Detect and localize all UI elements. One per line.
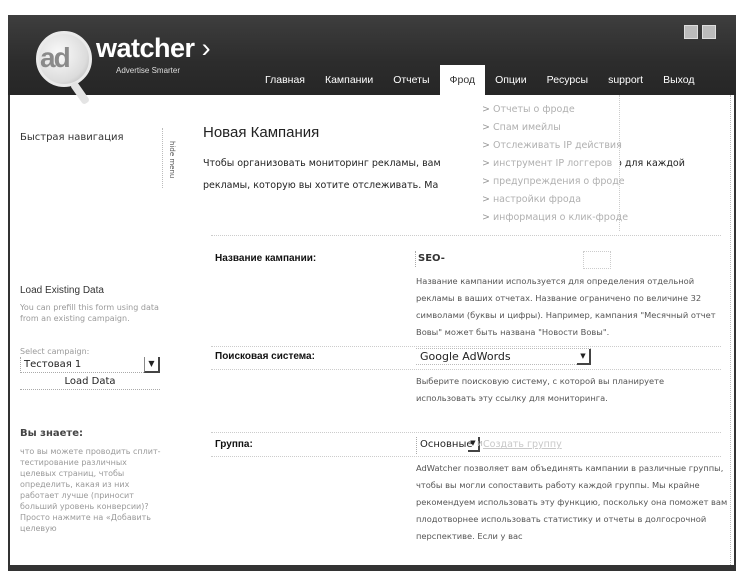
menu-item-label: Отчеты о фроде: [492, 104, 575, 115]
group-select-value: Основные: [420, 439, 473, 450]
load-existing-title: Load Existing Data: [20, 285, 104, 296]
chevron-right-icon: >: [482, 104, 490, 115]
logo-ad: ad: [40, 42, 71, 73]
group-and-text: и: [477, 439, 483, 449]
intro-text-line1: Чтобы организовать мониторинг рекламы, в…: [203, 158, 441, 169]
select-campaign-label: Select campaign:: [20, 347, 90, 356]
main-nav: Главная Кампании Отчеты Фрод Опции Ресур…: [255, 65, 705, 95]
nav-options[interactable]: Опции: [485, 65, 537, 95]
menu-item-fraud-settings[interactable]: > настройки фрода: [482, 191, 619, 209]
fraud-dropdown-menu: > Отчеты о фроде > Спам имейлы > Отслеживат…: [472, 95, 628, 231]
group-help: AdWatcher позволяет вам объединять кампа…: [416, 463, 728, 541]
divider: [211, 369, 721, 370]
window-icon[interactable]: [702, 25, 716, 39]
page-title: Новая Кампания: [203, 124, 320, 141]
adwatcher-logo[interactable]: ad watcher › Advertise Smarter: [30, 23, 230, 106]
divider: [211, 432, 721, 433]
intro-text-line1-end: о для каждой: [616, 158, 685, 169]
search-engine-select[interactable]: Google AdWords ▼: [416, 348, 591, 365]
campaign-name-input-end[interactable]: [583, 251, 611, 269]
chevron-right-icon: >: [482, 176, 490, 187]
did-you-know-text: что вы можете проводить сплит-тестирован…: [20, 447, 161, 533]
menu-item-fraud-alerts[interactable]: > предупреждения о фроде: [482, 173, 625, 191]
nav-campaigns[interactable]: Кампании: [315, 65, 383, 95]
nav-reports[interactable]: Отчеты: [383, 65, 439, 95]
menu-item-label: Отслеживать IP действия: [492, 140, 622, 151]
group-select[interactable]: Основные ▼: [416, 437, 480, 454]
logo-word: watcher: [96, 33, 195, 63]
menu-item-fraud-reports[interactable]: > Отчеты о фроде: [482, 101, 619, 119]
scrollbar[interactable]: [730, 95, 731, 565]
campaign-select-value: Тестовая 1: [24, 359, 82, 370]
nav-fraud[interactable]: Фрод: [439, 65, 486, 95]
quick-nav-title: Быстрая навигация: [20, 132, 124, 143]
divider: [211, 346, 721, 347]
load-data-button[interactable]: Load Data: [20, 374, 160, 390]
chevron-right-icon: >: [482, 122, 490, 133]
menu-item-label: информация о клик-фроде: [492, 212, 629, 223]
menu-item-spam-emails[interactable]: > Спам имейлы: [482, 119, 619, 137]
nav-logout[interactable]: Выход: [653, 65, 704, 95]
menu-item-track-ip[interactable]: > Отслеживать IP действия: [482, 137, 622, 155]
chevron-right-icon: >: [482, 140, 490, 151]
menu-item-ip-logger[interactable]: > инструмент IP логгеров: [482, 155, 619, 173]
intro-text-line2: рекламы, которую вы хотите отслеживать. …: [203, 180, 439, 191]
campaign-name-label: Название кампании:: [215, 253, 317, 264]
divider: [211, 235, 721, 236]
campaign-name-input[interactable]: SEO-: [415, 251, 445, 267]
campaign-name-help: Название кампании используется для опред…: [416, 276, 716, 337]
search-engine-help: Выберите поисковую систему, с которой вы…: [416, 376, 665, 403]
nav-resources[interactable]: Ресурсы: [537, 65, 598, 95]
group-label: Группа:: [215, 439, 253, 450]
campaign-select[interactable]: Тестовая 1 ▼: [20, 357, 160, 373]
menu-item-label: Спам имейлы: [492, 122, 561, 133]
logo-tagline: Advertise Smarter: [116, 66, 181, 75]
menu-item-label: настройки фрода: [492, 194, 582, 205]
chevron-right-icon: >: [482, 158, 490, 169]
hide-menu-tab[interactable]: hide menu: [162, 128, 176, 188]
chevron-right-icon: ›: [201, 33, 211, 63]
chevron-right-icon: >: [482, 212, 490, 223]
menu-item-click-fraud-info[interactable]: > информация о клик-фроде: [482, 209, 628, 227]
search-engine-value: Google AdWords: [420, 350, 511, 363]
create-group-link[interactable]: Создать группу: [483, 439, 562, 450]
chevron-down-icon[interactable]: ▼: [144, 357, 160, 373]
divider: [211, 456, 721, 457]
header-icons: [684, 25, 716, 39]
logo-wordmark: watcher ›: [96, 33, 211, 64]
print-icon[interactable]: [684, 25, 698, 39]
search-engine-label: Поисковая система:: [215, 351, 315, 362]
menu-item-label: предупреждения о фроде: [492, 176, 625, 187]
chevron-down-icon[interactable]: ▼: [577, 349, 591, 365]
chevron-right-icon: >: [482, 194, 490, 205]
bottom-border: [8, 565, 736, 571]
menu-item-label: инструмент IP логгеров: [492, 158, 613, 169]
nav-home[interactable]: Главная: [255, 65, 315, 95]
did-you-know-title: Вы знаете:: [20, 428, 83, 439]
nav-support[interactable]: support: [598, 65, 653, 95]
load-existing-description: You can prefill this form using data fro…: [20, 303, 159, 323]
